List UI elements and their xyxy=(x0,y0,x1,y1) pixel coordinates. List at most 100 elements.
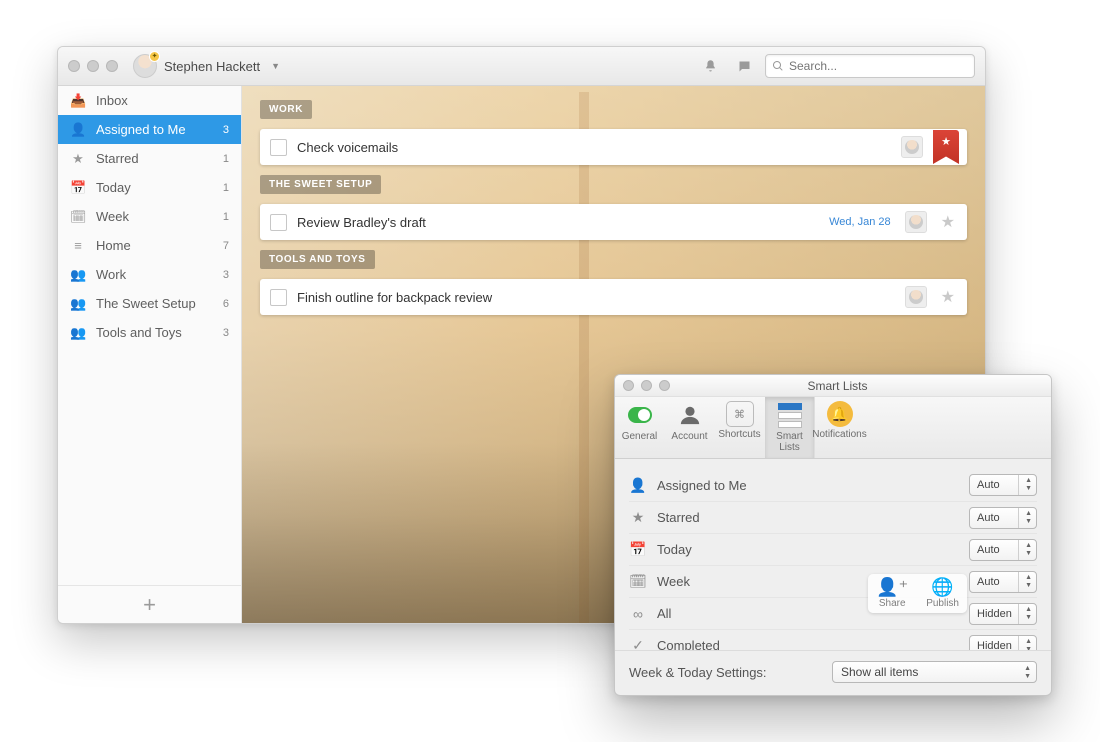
inbox-icon: 📥 xyxy=(70,93,86,109)
minimize-icon[interactable] xyxy=(87,60,99,72)
sidebar-item-count: 1 xyxy=(223,182,231,194)
sidebar-item-label: Work xyxy=(96,267,126,282)
sidebar-item-count: 3 xyxy=(223,124,231,136)
assignee-avatar[interactable] xyxy=(905,211,927,233)
smartlists-icon xyxy=(775,401,805,429)
tab-label: General xyxy=(622,431,658,442)
today-icon: 📅 xyxy=(629,541,647,558)
add-list-button[interactable]: + xyxy=(58,585,241,623)
sidebar-item-today[interactable]: 📅Today1 xyxy=(58,173,241,202)
sidebar-item-count: 3 xyxy=(223,327,231,339)
tab-smartlists[interactable]: Smart Lists xyxy=(765,397,815,458)
sidebar-item-inbox[interactable]: 📥 Inbox xyxy=(58,86,241,115)
settings-title: Smart Lists xyxy=(678,379,997,393)
task-row[interactable]: Finish outline for backpack review ★ xyxy=(260,279,967,315)
tab-notifications[interactable]: 🔔Notifications xyxy=(815,397,865,458)
infinity-icon: ∞ xyxy=(629,606,647,622)
publish-label: Publish xyxy=(926,598,959,609)
window-controls[interactable] xyxy=(68,60,118,72)
sidebar-item-label: The Sweet Setup xyxy=(96,296,196,311)
chevron-down-icon[interactable]: ▼ xyxy=(271,61,280,71)
sidebar-item-label: Inbox xyxy=(96,93,128,108)
star-icon[interactable]: ★ xyxy=(937,287,959,307)
visibility-select[interactable]: Auto▲▼ xyxy=(969,474,1037,496)
user-name[interactable]: Stephen Hackett xyxy=(164,59,260,74)
globe-icon: 🌐 xyxy=(931,578,953,596)
user-avatar[interactable]: ✦ xyxy=(133,54,157,78)
smartlist-row-starred: ★StarredAuto▲▼ xyxy=(629,501,1037,533)
checkbox[interactable] xyxy=(270,214,287,231)
smartlist-label: Assigned to Me xyxy=(657,478,959,493)
visibility-select[interactable]: Auto▲▼ xyxy=(969,507,1037,529)
task-title: Check voicemails xyxy=(297,140,891,155)
visibility-select[interactable]: Auto▲▼ xyxy=(969,539,1037,561)
tab-shortcuts[interactable]: ⌘Shortcuts xyxy=(715,397,765,458)
visibility-select[interactable]: Auto▲▼ xyxy=(969,571,1037,593)
star-ribbon-icon[interactable]: ★ xyxy=(933,130,959,164)
select-value: Auto xyxy=(977,576,1000,588)
search-field[interactable] xyxy=(789,59,968,73)
settings-titlebar: Smart Lists xyxy=(615,375,1051,397)
share-button[interactable]: 👤⁺ Share xyxy=(876,578,908,609)
sidebar-item-week[interactable]: 🗓 Week 1 xyxy=(58,202,241,231)
close-icon[interactable] xyxy=(68,60,80,72)
tab-label: Account xyxy=(671,431,707,442)
week-icon: 🗓 xyxy=(629,573,647,590)
select-value: Auto xyxy=(977,512,1000,524)
task-title: Finish outline for backpack review xyxy=(297,290,895,305)
sidebar-item-assigned-to-me[interactable]: 👤Assigned to Me3 xyxy=(58,115,241,144)
settings-toolbar: General Account ⌘ShortcutsSmart Lists🔔Noti… xyxy=(615,397,1051,459)
smartlist-row-week: 🗓WeekAuto▲▼ xyxy=(629,565,1037,597)
footer-label: Week & Today Settings: xyxy=(629,665,767,680)
week-today-select[interactable]: Show all items ▲▼ xyxy=(832,661,1037,683)
sidebar-item-label: Week xyxy=(96,209,129,224)
tab-label: Smart Lists xyxy=(765,431,814,453)
task-row[interactable]: Review Bradley's draftWed, Jan 28★ xyxy=(260,204,967,240)
sidebar-item-label: Starred xyxy=(96,151,139,166)
settings-window-controls[interactable] xyxy=(623,380,670,391)
tab-general[interactable]: General xyxy=(615,397,665,458)
sidebar-item-home[interactable]: ≡Home7 xyxy=(58,231,241,260)
task-due-date: Wed, Jan 28 xyxy=(829,216,891,228)
share-icon: 👤⁺ xyxy=(876,578,908,596)
people-icon: 👥 xyxy=(70,267,86,283)
sidebar-item-starred[interactable]: ★ Starred 1 xyxy=(58,144,241,173)
sidebar-item-count: 1 xyxy=(223,211,231,223)
minimize-icon[interactable] xyxy=(641,380,652,391)
week-icon: 🗓 xyxy=(70,209,86,225)
task-row[interactable]: Check voicemails ★ xyxy=(260,129,967,165)
visibility-select[interactable]: Hidden▲▼ xyxy=(969,603,1037,625)
checkbox[interactable] xyxy=(270,139,287,156)
star-icon[interactable]: ★ xyxy=(937,212,959,232)
sidebar-item-work[interactable]: 👥Work3 xyxy=(58,260,241,289)
sidebar-item-tools-and-toys[interactable]: 👥Tools and Toys3 xyxy=(58,318,241,347)
smartlist-row-today: 📅TodayAuto▲▼ xyxy=(629,533,1037,565)
check-icon: ✓ xyxy=(629,637,647,650)
home-icon: ≡ xyxy=(70,238,86,253)
close-icon[interactable] xyxy=(623,380,634,391)
settings-footer: Week & Today Settings: Show all items ▲▼ xyxy=(615,650,1051,695)
smartlist-label: Completed xyxy=(657,638,959,650)
section-header: THE SWEET SETUP xyxy=(260,175,381,194)
sidebar-item-label: Home xyxy=(96,238,131,253)
checkbox[interactable] xyxy=(270,289,287,306)
assignee-avatar[interactable] xyxy=(901,136,923,158)
visibility-select[interactable]: Hidden▲▼ xyxy=(969,635,1037,651)
publish-button[interactable]: 🌐 Publish xyxy=(926,578,959,609)
zoom-icon[interactable] xyxy=(106,60,118,72)
bell-icon[interactable] xyxy=(703,59,718,74)
settings-window: Smart Lists GeneralAccount⌘ShortcutsSmar… xyxy=(614,374,1052,696)
assignee-avatar[interactable] xyxy=(905,286,927,308)
zoom-icon[interactable] xyxy=(659,380,670,391)
star-icon: ★ xyxy=(70,151,86,167)
smartlist-row-all: ∞AllHidden▲▼ xyxy=(629,597,1037,629)
search-input[interactable] xyxy=(765,54,975,78)
tab-account[interactable]: Account xyxy=(665,397,715,458)
sidebar-item-the-sweet-setup[interactable]: 👥The Sweet Setup6 xyxy=(58,289,241,318)
assigned-icon: 👤 xyxy=(629,477,647,494)
chat-icon[interactable] xyxy=(737,59,752,74)
star-icon: ★ xyxy=(629,509,647,526)
select-value: Hidden xyxy=(977,640,1012,651)
smartlist-row-assigned-to-me: 👤 Assigned to Me Auto▲▼ xyxy=(629,469,1037,501)
sidebar-item-count: 1 xyxy=(223,153,231,165)
